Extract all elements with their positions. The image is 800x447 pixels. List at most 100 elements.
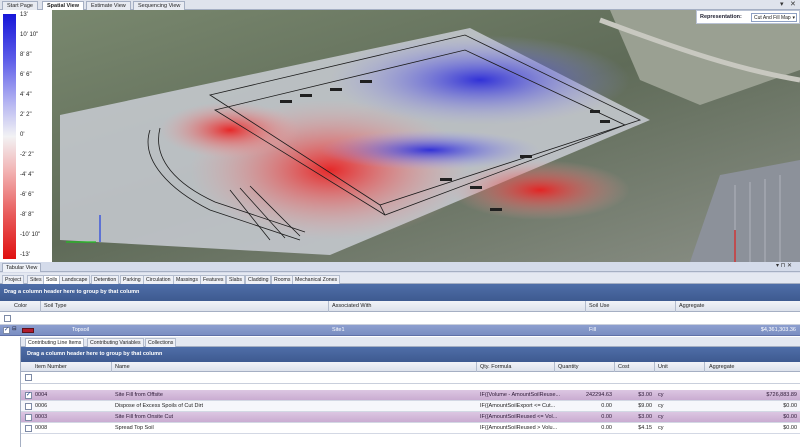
name-cell: Dispose of Excess Spoils of Cut Dirt	[115, 403, 204, 409]
aggregate-cell: $726,883.89	[766, 392, 797, 398]
associated-with-cell: Site1	[332, 327, 345, 333]
representation-select[interactable]: Cut And Fill Map ▾	[751, 13, 797, 22]
legend-label: 0'	[20, 132, 25, 138]
filter-checkbox[interactable]	[25, 374, 32, 381]
unit-cell: cy	[658, 425, 664, 431]
column-header-aggregate[interactable]: Aggregate	[709, 364, 734, 370]
tab-list-dropdown-icon[interactable]: ▾	[780, 1, 784, 9]
filter-checkbox[interactable]	[4, 315, 11, 322]
tab-contributing-variables[interactable]: Contributing Variables	[87, 338, 144, 347]
tab-estimate-view[interactable]: Estimate View	[86, 1, 131, 10]
unit-cell: cy	[658, 403, 664, 409]
row-checkbox[interactable]	[25, 425, 32, 432]
column-header-quantity[interactable]: Quantity	[558, 364, 578, 370]
unit-cell: cy	[658, 414, 664, 420]
aggregate-cell: $0.00	[783, 425, 797, 431]
column-header-item-number[interactable]: Item Number	[35, 364, 67, 370]
row-checkbox[interactable]	[25, 403, 32, 410]
tab-project[interactable]: Project	[2, 275, 25, 284]
table-row[interactable]: 0006 Dispose of Excess Spoils of Cut Dir…	[21, 401, 800, 412]
line-item-column-headers: Item Number Name Qty. Formula Quantity C…	[21, 362, 800, 372]
cost-cell: $4.15	[638, 425, 652, 431]
column-header-soil-use[interactable]: Soil Use	[589, 303, 609, 309]
cost-cell: $9.00	[638, 403, 652, 409]
tab-soils[interactable]: Soils	[43, 275, 61, 284]
formula-cell: IF({AmountSoilReused <= Vol...	[480, 414, 558, 420]
formula-cell: IF({AmountSoilExport <= Cut...	[480, 403, 556, 409]
item-number-cell: 0008	[35, 425, 48, 431]
legend-label: -13'	[20, 252, 30, 258]
cost-cell: $3.00	[638, 414, 652, 420]
tab-sequencing-view[interactable]: Sequencing View	[133, 1, 186, 10]
group-by-panel[interactable]: Drag a column header here to group by th…	[0, 284, 800, 301]
column-header-qty-formula[interactable]: Qty. Formula	[480, 364, 511, 370]
table-row[interactable]: ✓ 0004 Site Fill from Offsite IF({Volume…	[21, 390, 800, 401]
spatial-viewport[interactable]: 13' 10' 10" 8' 8" 6' 6" 4' 4" 2' 2" 0' -…	[0, 10, 800, 262]
column-header-color[interactable]: Color	[14, 303, 27, 309]
table-row[interactable]: ✓ ⊟ Topsoil Site1 Fill $4,361,303.36	[0, 325, 800, 336]
row-checkbox[interactable]: ✓	[25, 392, 32, 399]
cut-fill-legend: 13' 10' 10" 8' 8" 6' 6" 4' 4" 2' 2" 0' -…	[0, 10, 52, 262]
row-checkbox[interactable]: ✓	[3, 327, 10, 334]
quantity-cell: 0.00	[601, 414, 612, 420]
formula-cell: IF({Volume - AmountSoilReuse...	[480, 392, 561, 398]
legend-label: -4' 4"	[20, 172, 34, 178]
soil-use-cell: Fill	[589, 327, 597, 333]
soils-column-headers: Color Soil Type Associated With Soil Use…	[0, 301, 800, 312]
tab-rooms[interactable]: Rooms	[271, 275, 294, 284]
quantity-cell: 242294.63	[586, 392, 612, 398]
tab-collections[interactable]: Collections	[145, 338, 177, 347]
close-icon[interactable]: ✕	[790, 1, 796, 9]
tab-parking[interactable]: Parking	[120, 275, 144, 284]
tab-mechanical-zones[interactable]: Mechanical Zones	[292, 275, 341, 284]
name-cell: Site Fill from Onsite Cut	[115, 414, 174, 420]
item-number-cell: 0004	[35, 392, 48, 398]
detail-group-by-panel[interactable]: Drag a column header here to group by th…	[21, 347, 800, 362]
expand-collapse-icon[interactable]: ⊟	[12, 326, 17, 332]
column-header-aggregate[interactable]: Aggregate	[679, 303, 704, 309]
aggregate-cell: $4,361,303.36	[760, 327, 796, 333]
chevron-down-icon: ▾	[792, 15, 795, 21]
line-item-filter-row[interactable]	[21, 372, 800, 384]
tab-cladding[interactable]: Cladding	[245, 275, 272, 284]
name-cell: Site Fill from Offsite	[115, 392, 163, 398]
tab-contributing-line-items[interactable]: Contributing Line Items	[25, 338, 85, 347]
legend-label: 4' 4"	[20, 92, 32, 98]
legend-color-scale	[3, 14, 16, 259]
column-header-cost[interactable]: Cost	[618, 364, 629, 370]
tab-landscape[interactable]: Landscape	[59, 275, 91, 284]
tab-slabs[interactable]: Slabs	[226, 275, 245, 284]
quantity-cell: 0.00	[601, 403, 612, 409]
tab-massings[interactable]: Massings	[173, 275, 201, 284]
column-header-associated-with[interactable]: Associated With	[332, 303, 371, 309]
tab-detention[interactable]: Detention	[91, 275, 120, 284]
legend-label: 2' 2"	[20, 112, 32, 118]
soils-filter-row[interactable]	[0, 312, 800, 325]
tab-spatial-view[interactable]: Spatial View	[42, 1, 84, 10]
contributing-detail-panel: Contributing Line Items Contributing Var…	[20, 337, 800, 447]
representation-control: Representation: Cut And Fill Map ▾	[696, 10, 800, 24]
table-row[interactable]: 0008 Spread Top Soil IF({AmountSoilReuse…	[21, 423, 800, 434]
column-header-unit[interactable]: Unit	[658, 364, 668, 370]
tabular-view-title[interactable]: Tabular View	[2, 263, 42, 272]
soil-color-swatch	[22, 328, 34, 333]
legend-label: 8' 8"	[20, 52, 32, 58]
category-tabs: Project Sites Soils Landscape Detention …	[0, 273, 800, 284]
representation-value: Cut And Fill Map	[754, 15, 791, 21]
panel-controls-icon[interactable]: ▾ ⊓ ✕	[776, 262, 792, 269]
document-tab-bar: Start Page Spatial View Estimate View Se…	[0, 0, 800, 10]
detail-tabs: Contributing Line Items Contributing Var…	[21, 337, 800, 347]
tab-circulation[interactable]: Circulation	[143, 275, 174, 284]
name-cell: Spread Top Soil	[115, 425, 154, 431]
column-header-name[interactable]: Name	[115, 364, 130, 370]
row-checkbox[interactable]	[25, 414, 32, 421]
table-row[interactable]: 0003 Site Fill from Onsite Cut IF({Amoun…	[21, 412, 800, 423]
tab-features[interactable]: Features	[200, 275, 227, 284]
column-header-soil-type[interactable]: Soil Type	[44, 303, 67, 309]
tab-start-page[interactable]: Start Page	[2, 1, 38, 10]
aggregate-cell: $0.00	[783, 403, 797, 409]
legend-label: -6' 6"	[20, 192, 34, 198]
legend-label: 13'	[20, 12, 28, 18]
aggregate-cell: $0.00	[783, 414, 797, 420]
tab-sites[interactable]: Sites	[27, 275, 45, 284]
